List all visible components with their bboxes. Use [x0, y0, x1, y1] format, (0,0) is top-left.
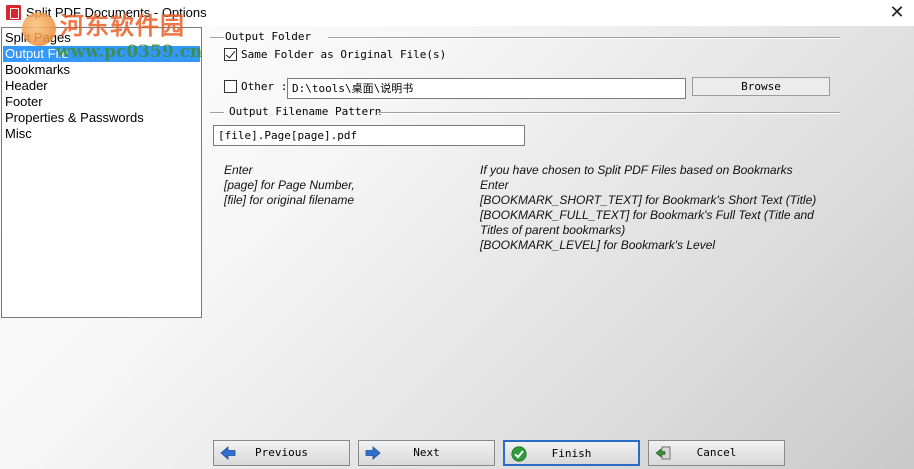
- sidebar-item-bookmarks[interactable]: Bookmarks: [5, 62, 70, 78]
- help-line: [file] for original filename: [224, 193, 355, 207]
- close-button[interactable]: ✕: [886, 1, 908, 23]
- other-folder-checkbox[interactable]: [224, 80, 237, 93]
- options-category-list[interactable]: Split Pages Output File Bookmarks Header…: [1, 27, 202, 318]
- help-line: Enter: [480, 178, 509, 192]
- filename-pattern-input[interactable]: [file].Page[page].pdf: [213, 125, 525, 146]
- help-line: [page] for Page Number,: [224, 178, 355, 192]
- next-button[interactable]: Next: [358, 440, 495, 466]
- finish-button-label: Finish: [551, 447, 592, 460]
- help-line: Enter: [224, 163, 253, 177]
- pattern-help-left: Enter [page] for Page Number, [file] for…: [224, 163, 355, 208]
- cancel-button[interactable]: Cancel: [648, 440, 785, 466]
- sidebar-item-footer[interactable]: Footer: [5, 94, 43, 110]
- group-divider: [378, 112, 840, 114]
- help-line: If you have chosen to Split PDF Files ba…: [480, 163, 793, 177]
- previous-button-label: Previous: [255, 446, 308, 459]
- help-line: [BOOKMARK_FULL_TEXT] for Bookmark's Full…: [480, 208, 814, 222]
- group-divider: [328, 37, 840, 39]
- output-folder-group-label: Output Folder: [225, 30, 312, 43]
- window-title: Split PDF Documents - Options: [26, 5, 207, 20]
- title-bar: Split PDF Documents - Options ✕: [0, 0, 914, 26]
- other-folder-label: Other :: [241, 80, 288, 93]
- options-window: Split PDF Documents - Options ✕ Split Pa…: [0, 0, 914, 469]
- cancel-button-label: Cancel: [696, 446, 737, 459]
- filename-pattern-group-label: Output Filename Pattern: [229, 105, 382, 118]
- previous-button[interactable]: Previous: [213, 440, 350, 466]
- output-folder-path-input[interactable]: D:\tools\桌面\说明书: [287, 78, 686, 99]
- sidebar-item-output-file[interactable]: Output File: [3, 46, 200, 62]
- group-divider: [210, 112, 224, 114]
- app-pdf-icon: [6, 5, 21, 20]
- browse-button[interactable]: Browse: [692, 77, 830, 96]
- pattern-help-bookmarks: If you have chosen to Split PDF Files ba…: [480, 163, 816, 253]
- finish-button[interactable]: Finish: [503, 440, 640, 466]
- sidebar-item-header[interactable]: Header: [5, 78, 48, 94]
- sidebar-item-split-pages[interactable]: Split Pages: [5, 30, 71, 46]
- sidebar-item-misc[interactable]: Misc: [5, 126, 32, 142]
- same-folder-label: Same Folder as Original File(s): [241, 48, 447, 61]
- sidebar-item-properties-passwords[interactable]: Properties & Passwords: [5, 110, 144, 126]
- help-line: [BOOKMARK_LEVEL] for Bookmark's Level: [480, 238, 716, 252]
- same-folder-checkbox[interactable]: [224, 48, 237, 61]
- next-button-label: Next: [413, 446, 440, 459]
- help-line: Titles of parent bookmarks): [480, 223, 626, 237]
- help-line: [BOOKMARK_SHORT_TEXT] for Bookmark's Sho…: [480, 193, 817, 207]
